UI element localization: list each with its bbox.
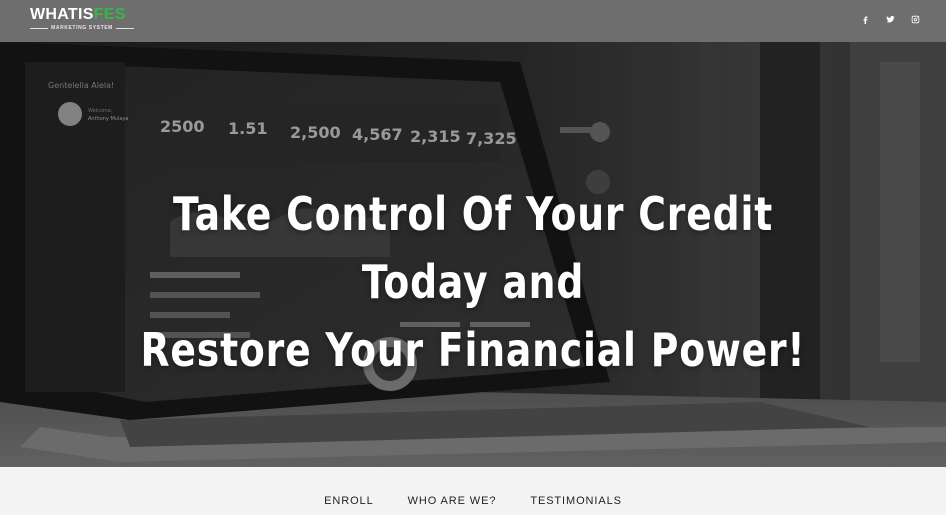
hero-section: 2500 1.51 2,500 4,567 2,315 7,325 Gentel… [0, 42, 946, 467]
facebook-icon [863, 16, 868, 24]
logo-text-green: FES [93, 6, 126, 23]
hero-headline-line2: Restore Your Financial Power! [140, 323, 806, 377]
logo-text-white: WHATIS [30, 6, 94, 23]
instagram-icon [911, 15, 920, 24]
nav-enroll[interactable]: ENROLL [324, 495, 373, 507]
instagram-link[interactable] [909, 13, 922, 26]
facebook-link[interactable] [859, 13, 872, 26]
logo-rule-left [30, 27, 49, 29]
twitter-icon [886, 15, 895, 23]
top-header-bar: WHATISFES MARKETING SYSTEM [0, 0, 946, 42]
logo-wordmark: WHATISFES [30, 7, 140, 23]
hero-headline: Take Control Of Your Credit Today and Re… [118, 180, 828, 384]
logo-tagline: MARKETING SYSTEM [51, 25, 113, 31]
logo-tagline-row: MARKETING SYSTEM [30, 25, 135, 31]
nav-who-are-we[interactable]: WHO ARE WE? [408, 495, 497, 507]
twitter-link[interactable] [884, 13, 897, 26]
nav-testimonials[interactable]: TESTIMONIALS [530, 495, 621, 507]
site-logo[interactable]: WHATISFES MARKETING SYSTEM [30, 7, 140, 33]
logo-rule-right [115, 27, 135, 29]
social-links [859, 13, 922, 26]
nav-links: ENROLL WHO ARE WE? TESTIMONIALS [0, 495, 946, 507]
main-navigation: ENROLL WHO ARE WE? TESTIMONIALS [0, 467, 946, 515]
hero-headline-line1: Take Control Of Your Credit Today and [172, 187, 774, 309]
